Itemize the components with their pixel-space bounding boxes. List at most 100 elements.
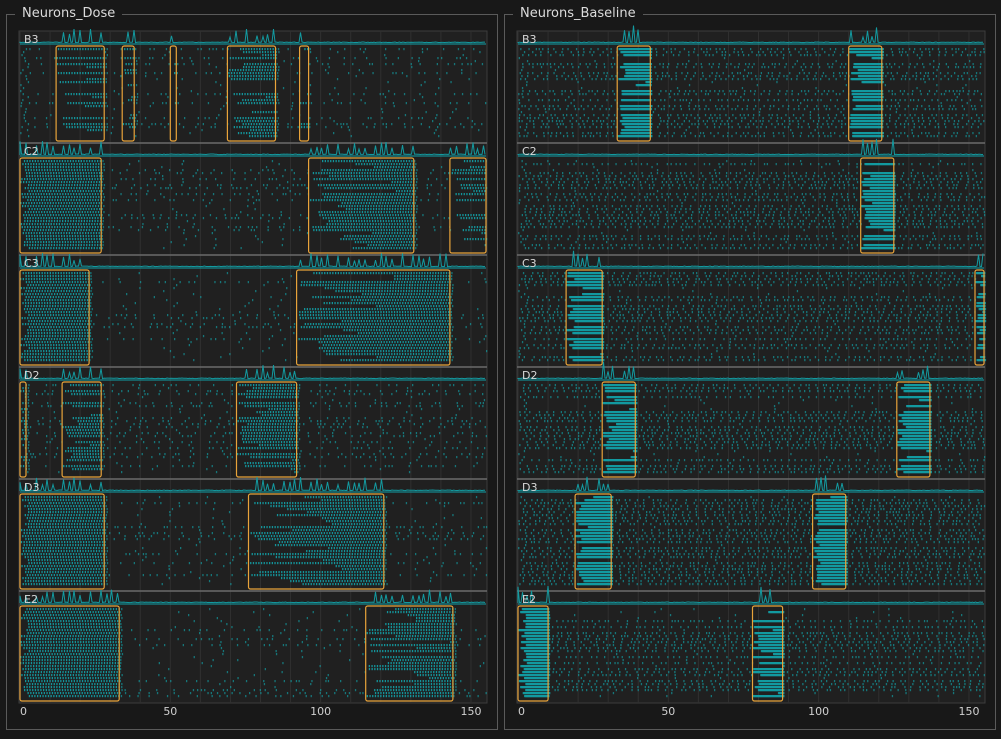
spike-mark [90, 232, 92, 235]
spike-mark [44, 235, 47, 238]
spike-mark [170, 317, 173, 320]
spike-mark [178, 123, 181, 126]
spike-mark [197, 117, 199, 120]
spike-mark [346, 123, 348, 126]
spike-mark [248, 66, 250, 69]
spike-mark [33, 163, 35, 166]
spike-mark [62, 329, 64, 332]
spike-mark [35, 335, 37, 338]
spike-mark [312, 308, 314, 311]
spike-mark [354, 299, 356, 302]
spike-mark [138, 272, 140, 275]
spike-mark [327, 169, 329, 172]
spike-mark [76, 278, 79, 281]
spike-mark [102, 223, 104, 226]
spike-mark [385, 57, 387, 60]
spike-mark [269, 123, 271, 126]
spike-mark [82, 184, 84, 187]
spike-mark [89, 166, 92, 169]
spike-mark [201, 172, 204, 175]
spike-mark [359, 223, 361, 226]
spike-mark [156, 323, 158, 326]
spike-mark [326, 226, 328, 229]
spike-mark [434, 311, 436, 314]
spike-mark [395, 166, 397, 169]
spike-mark [359, 175, 361, 178]
spike-mark [360, 284, 362, 287]
spike-mark [362, 123, 364, 126]
spike-mark [402, 175, 404, 178]
spike-mark [62, 193, 64, 196]
spike-mark [194, 214, 196, 217]
spike-mark [432, 290, 435, 293]
spike-mark [250, 169, 252, 172]
spike-mark [438, 299, 440, 302]
spike-mark [408, 205, 410, 208]
spike-mark [57, 290, 60, 293]
spike-mark [397, 187, 399, 190]
spike-mark [48, 293, 50, 296]
spike-mark [397, 287, 400, 290]
spike-mark [435, 293, 437, 296]
spike-mark [95, 314, 98, 317]
spike-mark [405, 205, 407, 208]
spike-mark [265, 57, 267, 60]
spike-mark [407, 181, 410, 184]
spike-mark [81, 317, 83, 320]
spike-mark [369, 226, 371, 229]
spike-mark [273, 314, 275, 317]
spike-mark [265, 63, 267, 66]
spike-mark [28, 247, 31, 250]
spike-mark [98, 214, 101, 217]
spike-mark [387, 166, 389, 169]
spike-mark [71, 163, 73, 166]
spike-mark [31, 202, 33, 205]
spike-mark [28, 320, 30, 323]
spike-mark [28, 214, 30, 217]
spike-mark [20, 105, 22, 108]
spike-mark [82, 290, 84, 293]
spike-mark [84, 166, 86, 169]
spike-mark [438, 287, 440, 290]
spike-mark [50, 320, 52, 323]
spike-mark [164, 126, 166, 129]
spike-mark [187, 193, 189, 196]
spike-mark [261, 75, 263, 78]
spike-mark [48, 241, 50, 244]
spike-mark [325, 284, 327, 287]
spike-mark [87, 169, 89, 172]
spike-mark [390, 235, 392, 238]
spike-mark [392, 235, 395, 238]
spike-mark [52, 281, 55, 284]
spike-mark [27, 335, 29, 338]
spike-mark [429, 323, 431, 326]
spike-mark [394, 232, 396, 235]
spike-mark [396, 163, 398, 166]
spike-mark [368, 235, 370, 238]
spike-mark [250, 129, 252, 132]
spike-mark [342, 123, 345, 126]
spike-mark [244, 178, 246, 181]
spike-mark [136, 93, 139, 96]
spike-mark [173, 305, 175, 308]
spike-mark [44, 232, 46, 235]
figure-root: Neurons_Dose B3 C2 C3 D2 D3 E2 0 50 100 150 Neuro… [0, 0, 1001, 739]
spike-mark [75, 81, 78, 84]
spike-mark [340, 211, 342, 214]
spike-mark [397, 290, 399, 293]
spike-mark [358, 220, 360, 223]
spike-mark [95, 169, 97, 172]
spike-mark [185, 323, 187, 326]
spike-mark [461, 72, 463, 75]
spike-mark [260, 217, 262, 220]
spike-mark [64, 229, 66, 232]
spike-mark [28, 278, 30, 281]
spike-mark [268, 120, 270, 123]
spike-mark [73, 211, 75, 214]
spike-mark [328, 296, 330, 299]
spike-mark [370, 205, 372, 208]
spike-mark [74, 296, 76, 299]
spike-mark [451, 299, 453, 302]
spike-mark [26, 160, 28, 163]
spike-mark [340, 123, 342, 126]
